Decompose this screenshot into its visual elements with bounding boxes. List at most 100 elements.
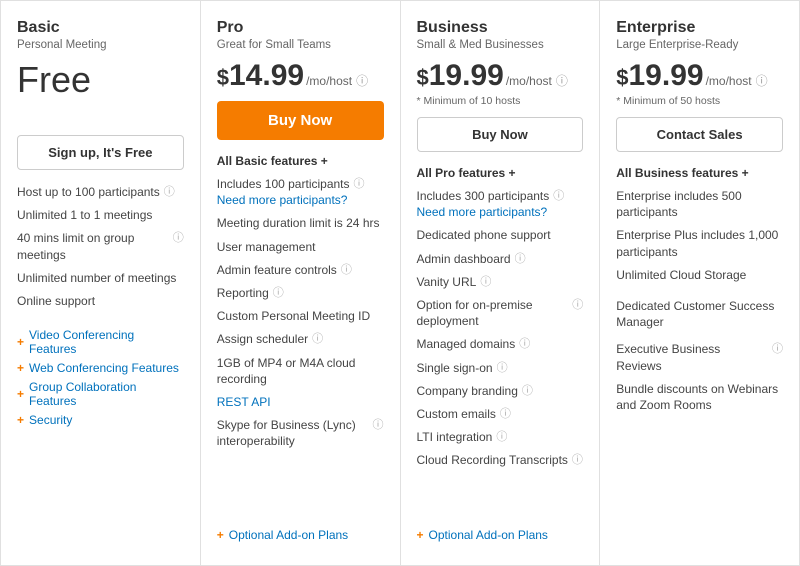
info-icon-pro-5[interactable]: ⓘ	[373, 418, 384, 433]
feature-cloud-recording: 1GB of MP4 or M4A cloud recording	[217, 355, 384, 387]
plan-business-subtitle: Small & Med Businesses	[417, 39, 584, 51]
plan-basic-cta[interactable]: Sign up, It's Free	[17, 135, 184, 170]
rest-api-link[interactable]: REST API	[217, 394, 271, 410]
feature-sso: Single sign-on ⓘ	[417, 360, 584, 376]
plan-business-name: Business	[417, 19, 584, 37]
feature-assign-scheduler: Assign scheduler ⓘ	[217, 331, 384, 347]
plan-pro-unit: /mo/host	[306, 74, 352, 88]
price-info-icon[interactable]: ⓘ	[356, 72, 368, 89]
plan-pro-price: $ 14.99 /mo/host ⓘ	[217, 59, 384, 93]
feature-cloud-transcripts: Cloud Recording Transcripts ⓘ	[417, 452, 584, 468]
feature-lti: LTI integration ⓘ	[417, 429, 584, 445]
plan-enterprise-amount: 19.99	[629, 59, 704, 93]
expand-pro-addons[interactable]: + Optional Add-on Plans	[217, 528, 384, 542]
feature-company-branding: Company branding ⓘ	[417, 383, 584, 399]
price-info-icon-ent[interactable]: ⓘ	[756, 72, 768, 89]
plan-enterprise-cta[interactable]: Contact Sales	[616, 117, 783, 152]
info-icon-biz-2[interactable]: ⓘ	[515, 252, 526, 267]
feature-reporting: Reporting ⓘ	[217, 285, 384, 301]
feature-ent-cloud-storage: Unlimited Cloud Storage	[616, 267, 783, 283]
plan-pro-features-header: All Basic features +	[217, 154, 384, 168]
feature-1to1: Unlimited 1 to 1 meetings	[17, 207, 184, 223]
plan-pro-cta[interactable]: Buy Now	[217, 101, 384, 140]
expand-biz-addons[interactable]: + Optional Add-on Plans	[417, 528, 584, 542]
expand-video[interactable]: + Video Conferencing Features	[17, 328, 184, 356]
feature-managed-domains: Managed domains ⓘ	[417, 336, 584, 352]
info-icon-biz-10[interactable]: ⓘ	[572, 453, 583, 468]
plan-business-features-header: All Pro features +	[417, 166, 584, 180]
info-icon-pro-3[interactable]: ⓘ	[273, 286, 284, 301]
feature-ent-bundles: Bundle discounts on Webinars and Zoom Ro…	[616, 381, 783, 413]
feature-rest-api: REST API	[217, 394, 384, 410]
feature-online-support: Online support	[17, 293, 184, 309]
info-icon-biz-3[interactable]: ⓘ	[480, 275, 491, 290]
plus-icon-biz: +	[417, 528, 424, 542]
expand-web[interactable]: + Web Conferencing Features	[17, 361, 184, 375]
expand-security-label: Security	[29, 413, 72, 427]
plan-business-unit: /mo/host	[506, 74, 552, 88]
plan-enterprise-subtitle: Large Enterprise-Ready	[616, 39, 783, 51]
feature-ent-ebr: Executive Business Reviews ⓘ	[616, 341, 783, 373]
info-icon-pro-2[interactable]: ⓘ	[341, 263, 352, 278]
plus-icon: +	[17, 361, 24, 375]
feature-custom-pmid: Custom Personal Meeting ID	[217, 308, 384, 324]
info-icon-ent-1[interactable]: ⓘ	[772, 342, 783, 357]
plan-business-dollar: $	[417, 65, 429, 91]
plan-basic-subtitle: Personal Meeting	[17, 39, 184, 51]
feature-vanity-url: Vanity URL ⓘ	[417, 274, 584, 290]
plan-enterprise: Enterprise Large Enterprise-Ready $ 19.9…	[600, 1, 799, 565]
plan-business-note: * Minimum of 10 hosts	[417, 95, 584, 107]
plan-enterprise-unit: /mo/host	[706, 74, 752, 88]
need-more-participants-link[interactable]: Need more participants?	[217, 193, 348, 207]
expand-security[interactable]: + Security	[17, 413, 184, 427]
need-more-biz-link[interactable]: Need more participants?	[417, 205, 548, 219]
pro-addon-label: Optional Add-on Plans	[229, 528, 348, 542]
expand-group[interactable]: + Group Collaboration Features	[17, 380, 184, 408]
info-icon-pro-1[interactable]: ⓘ	[354, 177, 365, 192]
plan-business-amount: 19.99	[429, 59, 504, 93]
plan-basic-price: Free	[17, 59, 184, 101]
info-icon-biz-9[interactable]: ⓘ	[496, 430, 507, 445]
plus-icon-pro: +	[217, 528, 224, 542]
feature-biz-participants: Includes 300 participants Need more part…	[417, 188, 584, 220]
info-icon[interactable]: ⓘ	[164, 185, 175, 200]
info-icon-biz-7[interactable]: ⓘ	[522, 384, 533, 399]
feature-ent-csm: Dedicated Customer Success Manager	[616, 298, 783, 330]
plus-icon: +	[17, 413, 24, 427]
plan-business: Business Small & Med Businesses $ 19.99 …	[401, 1, 601, 565]
price-info-icon-biz[interactable]: ⓘ	[556, 72, 568, 89]
plan-business-price: $ 19.99 /mo/host ⓘ	[417, 59, 584, 93]
feature-ent-500: Enterprise includes 500 participants	[616, 188, 783, 220]
info-icon-2[interactable]: ⓘ	[173, 231, 184, 246]
feature-ent-1000: Enterprise Plus includes 1,000 participa…	[616, 227, 783, 259]
plan-enterprise-price: $ 19.99 /mo/host ⓘ	[616, 59, 783, 93]
plus-icon: +	[17, 335, 24, 349]
pricing-table: Basic Personal Meeting Free Sign up, It'…	[0, 0, 800, 566]
plan-enterprise-features-header: All Business features +	[616, 166, 783, 180]
info-icon-pro-4[interactable]: ⓘ	[312, 332, 323, 347]
feature-pro-participants: Includes 100 participants Need more part…	[217, 176, 384, 208]
plan-business-cta[interactable]: Buy Now	[417, 117, 584, 152]
plan-basic-price-amount: Free	[17, 59, 91, 101]
info-icon-biz-8[interactable]: ⓘ	[500, 407, 511, 422]
plan-basic-name: Basic	[17, 19, 184, 37]
info-icon-biz-4[interactable]: ⓘ	[572, 298, 583, 313]
plan-pro-amount: 14.99	[229, 59, 304, 93]
plan-enterprise-name: Enterprise	[616, 19, 783, 37]
plan-pro-name: Pro	[217, 19, 384, 37]
feature-on-premise: Option for on-premise deployment ⓘ	[417, 297, 584, 329]
expand-web-label: Web Conferencing Features	[29, 361, 179, 375]
feature-phone-support: Dedicated phone support	[417, 227, 584, 243]
info-icon-biz-6[interactable]: ⓘ	[497, 361, 508, 376]
feature-unlimited-meetings: Unlimited number of meetings	[17, 270, 184, 286]
biz-addon-label: Optional Add-on Plans	[429, 528, 548, 542]
feature-40mins: 40 mins limit on group meetings ⓘ	[17, 230, 184, 262]
plan-pro-dollar: $	[217, 65, 229, 91]
info-icon-biz-5[interactable]: ⓘ	[519, 337, 530, 352]
plan-basic: Basic Personal Meeting Free Sign up, It'…	[1, 1, 201, 565]
feature-user-management: User management	[217, 239, 384, 255]
plan-enterprise-note: * Minimum of 50 hosts	[616, 95, 783, 107]
feature-admin-dashboard: Admin dashboard ⓘ	[417, 251, 584, 267]
expand-video-label: Video Conferencing Features	[29, 328, 184, 356]
info-icon-biz-1[interactable]: ⓘ	[553, 189, 564, 204]
